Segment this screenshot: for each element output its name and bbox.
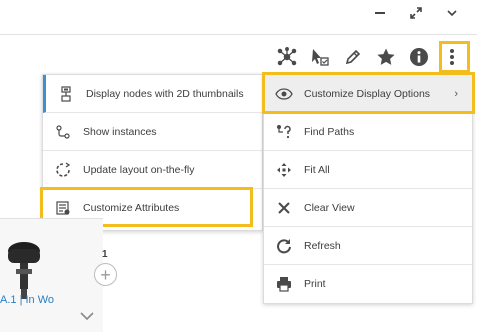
printer-icon bbox=[264, 276, 304, 292]
menu-item-update-layout[interactable]: Update layout on-the-fly bbox=[43, 151, 262, 189]
menu-item-label: Customize Attributes bbox=[83, 202, 180, 214]
network-nodes-icon[interactable] bbox=[274, 44, 300, 70]
instances-icon bbox=[43, 124, 83, 140]
attributes-list-icon bbox=[43, 200, 83, 216]
chevron-down-icon[interactable] bbox=[445, 6, 459, 20]
menu-item-label: Find Paths bbox=[304, 125, 355, 138]
close-x-icon bbox=[264, 201, 304, 215]
thumbnail-nodes-icon bbox=[46, 85, 86, 102]
menu-item-fit-all[interactable]: Fit All bbox=[264, 151, 472, 189]
chevron-right-icon: › bbox=[454, 87, 458, 100]
fit-all-icon bbox=[264, 162, 304, 178]
menu-item-display-thumbnails[interactable]: Display nodes with 2D thumbnails bbox=[43, 75, 262, 113]
minimize-icon[interactable] bbox=[373, 6, 387, 20]
node-card-label[interactable]: A.1 | In Wo bbox=[0, 294, 54, 306]
eye-gear-icon bbox=[264, 87, 304, 101]
find-paths-icon bbox=[264, 124, 304, 140]
refresh-layout-icon bbox=[43, 161, 83, 178]
child-count: 1 bbox=[102, 249, 108, 260]
display-submenu: Display nodes with 2D thumbnails Show in… bbox=[42, 74, 263, 231]
menu-item-label: Update layout on-the-fly bbox=[83, 163, 195, 176]
window-controls bbox=[373, 6, 459, 20]
pencil-icon[interactable] bbox=[340, 44, 366, 70]
options-menu: Customize Display Options › Find Paths F… bbox=[263, 74, 473, 304]
menu-item-customize-display[interactable]: Customize Display Options › bbox=[264, 75, 472, 113]
expand-arrows-icon[interactable] bbox=[409, 6, 423, 20]
menu-item-label: Display nodes with 2D thumbnails bbox=[86, 87, 244, 100]
menu-item-find-paths[interactable]: Find Paths bbox=[264, 113, 472, 151]
menu-item-label: Clear View bbox=[304, 201, 355, 214]
menu-item-refresh[interactable]: Refresh bbox=[264, 227, 472, 265]
menu-item-label: Refresh bbox=[304, 239, 341, 252]
menu-item-clear-view[interactable]: Clear View bbox=[264, 189, 472, 227]
star-icon[interactable] bbox=[373, 44, 399, 70]
more-vertical-icon[interactable] bbox=[439, 44, 465, 70]
chevron-down-icon[interactable] bbox=[80, 308, 94, 326]
refresh-icon bbox=[264, 238, 304, 254]
menu-item-label: Fit All bbox=[304, 163, 330, 176]
menu-item-show-instances[interactable]: Show instances bbox=[43, 113, 262, 151]
menu-item-label: Print bbox=[304, 278, 326, 290]
menu-item-label: Customize Display Options bbox=[304, 87, 431, 100]
plus-icon: + bbox=[100, 264, 111, 285]
top-divider bbox=[0, 34, 477, 35]
select-cursor-icon[interactable] bbox=[307, 44, 333, 70]
expand-node-button[interactable]: + bbox=[94, 263, 117, 286]
part-thumbnail bbox=[8, 242, 40, 299]
toolbar bbox=[274, 44, 465, 70]
menu-item-label: Show instances bbox=[83, 125, 157, 138]
info-icon[interactable] bbox=[406, 44, 432, 70]
menu-item-print[interactable]: Print bbox=[264, 265, 472, 303]
